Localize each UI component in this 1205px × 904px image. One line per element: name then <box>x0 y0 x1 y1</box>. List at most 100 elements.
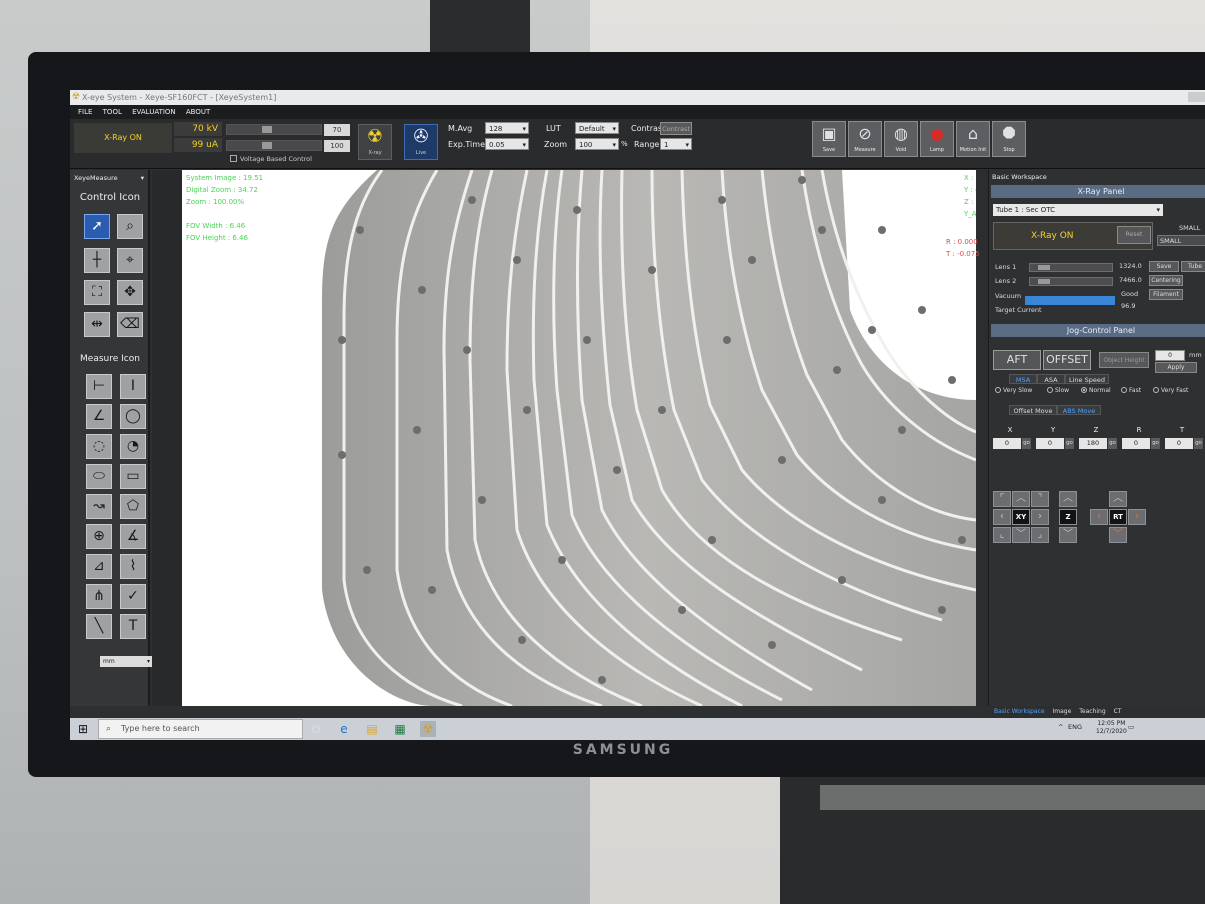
tab-asa[interactable]: ASA <box>1037 374 1065 384</box>
speed-fast[interactable]: Fast <box>1121 387 1141 394</box>
ua-value-input[interactable]: 100 <box>324 140 350 152</box>
notification-icon[interactable]: ▭ <box>1128 723 1134 731</box>
aft-button[interactable]: AFT <box>993 350 1041 370</box>
axis-t-go-button[interactable]: go <box>1194 438 1203 449</box>
taskbar-clock[interactable]: 12:05 PM 12/7/2020 <box>1096 720 1127 736</box>
measure-angle-line-tool[interactable]: ∠ <box>86 404 112 429</box>
taskbar-search[interactable]: ⌕ Type here to search <box>98 719 303 739</box>
save-button[interactable]: ▣ Save <box>812 121 846 157</box>
edge-icon[interactable]: e <box>336 721 352 737</box>
centering-button[interactable]: Centering <box>1149 275 1183 286</box>
task-view-icon[interactable]: ⧉ <box>308 721 324 737</box>
crosshair-tool[interactable]: ┼ <box>84 248 110 273</box>
tab-ct[interactable]: CT <box>1114 706 1122 718</box>
window-controls[interactable] <box>1188 92 1205 102</box>
fit-tool[interactable]: ⛶ <box>84 280 110 305</box>
apply-button[interactable]: Apply <box>1155 362 1197 373</box>
pointer-tool[interactable]: ➚ <box>84 214 110 239</box>
jog-rt-center[interactable]: RT <box>1109 509 1127 525</box>
lamp-button[interactable]: ● Lamp <box>920 121 954 157</box>
menu-tool[interactable]: TOOL <box>103 105 122 119</box>
measure-freehand-tool[interactable]: ↝ <box>86 494 112 519</box>
tab-image[interactable]: Image <box>1053 706 1072 718</box>
measure-polygon-tool[interactable]: ⬠ <box>120 494 146 519</box>
jog-z-center[interactable]: Z <box>1059 509 1077 525</box>
axis-x-input[interactable]: 0 <box>993 438 1021 449</box>
jog-r-right[interactable]: › <box>1128 509 1146 525</box>
text-tool[interactable]: T <box>120 614 146 639</box>
live-button[interactable]: ✇ Live <box>404 124 438 160</box>
object-height-input[interactable]: 0 <box>1155 350 1185 361</box>
jog-t-up[interactable]: ︿ <box>1109 491 1127 507</box>
axis-r-go-button[interactable]: go <box>1151 438 1160 449</box>
xeye-app-icon[interactable]: ☢ <box>420 721 436 737</box>
axis-y-input[interactable]: 0 <box>1036 438 1064 449</box>
range-select[interactable]: 1 <box>660 138 692 151</box>
jog-down-left[interactable]: ⌞ <box>993 527 1011 543</box>
tab-offset-move[interactable]: Offset Move <box>1009 405 1057 415</box>
menu-about[interactable]: ABOUT <box>186 105 210 119</box>
locate-tool[interactable]: ⌖ <box>117 248 143 273</box>
tube-button[interactable]: Tube <box>1181 261 1205 272</box>
tray-chevron-icon[interactable]: ^ <box>1058 723 1063 731</box>
measure-crosshair-circle-tool[interactable]: ⊕ <box>86 524 112 549</box>
focus-size-select[interactable]: SMALL <box>1157 235 1205 246</box>
stretch-tool[interactable]: ⇹ <box>84 312 110 337</box>
lens1-slider[interactable] <box>1029 263 1113 272</box>
jog-up-right[interactable]: ⌝ <box>1031 491 1049 507</box>
motion-init-button[interactable]: ⌂ Motion Init <box>956 121 990 157</box>
jog-r-left[interactable]: ‹ <box>1090 509 1108 525</box>
offset-button[interactable]: OFFSET <box>1043 350 1091 370</box>
eraser-tool[interactable]: ⌫ <box>117 312 143 337</box>
windows-start-icon[interactable]: ⊞ <box>78 722 92 736</box>
language-indicator[interactable]: ENG <box>1068 723 1082 731</box>
jog-right[interactable]: › <box>1031 509 1049 525</box>
xray-button[interactable]: ☢ X-ray <box>358 124 392 160</box>
lens2-slider-thumb[interactable] <box>1038 279 1050 284</box>
file-explorer-icon[interactable]: ▤ <box>364 721 380 737</box>
measure-angle-tool[interactable]: ∡ <box>120 524 146 549</box>
kv-slider[interactable] <box>226 124 322 135</box>
jog-z-down[interactable]: ﹀ <box>1059 527 1077 543</box>
lens1-slider-thumb[interactable] <box>1038 265 1050 270</box>
tab-line-speed[interactable]: Line Speed <box>1065 374 1109 384</box>
axis-x-go-button[interactable]: go <box>1022 438 1031 449</box>
axis-r-input[interactable]: 0 <box>1122 438 1150 449</box>
speed-normal[interactable]: Normal <box>1081 387 1111 394</box>
measure-arc-tool[interactable]: ◔ <box>120 434 146 459</box>
axis-t-input[interactable]: 0 <box>1165 438 1193 449</box>
measure-center-circle-tool[interactable]: ◌ <box>86 434 112 459</box>
lens2-slider[interactable] <box>1029 277 1113 286</box>
contrast-button[interactable]: Contrast <box>660 122 692 135</box>
menu-file[interactable]: FILE <box>78 105 92 119</box>
filament-button[interactable]: Filament <box>1149 289 1183 300</box>
jog-down[interactable]: ﹀ <box>1012 527 1030 543</box>
measure-mode-dropdown[interactable]: XeyeMeasure ▾ <box>74 173 146 184</box>
zoom-tool[interactable]: ⌕ <box>117 214 143 239</box>
menu-evaluation[interactable]: EVALUATION <box>132 105 176 119</box>
jog-left[interactable]: ‹ <box>993 509 1011 525</box>
jog-t-down[interactable]: ﹀ <box>1109 527 1127 543</box>
measure-multi-angle-tool[interactable]: ⋔ <box>86 584 112 609</box>
stop-button[interactable]: ⯃ Stop <box>992 121 1026 157</box>
axis-z-go-button[interactable]: go <box>1108 438 1117 449</box>
kv-slider-thumb[interactable] <box>262 126 273 133</box>
axis-z-input[interactable]: 180 <box>1079 438 1107 449</box>
measure-triangle-angle-tool[interactable]: ⊿ <box>86 554 112 579</box>
measure-button[interactable]: ⊘ Measure <box>848 121 882 157</box>
xray-viewport[interactable]: System Image : 19.51 Digital Zoom : 34.7… <box>182 170 976 706</box>
tab-abs-move[interactable]: ABS Move <box>1057 405 1101 415</box>
measure-circle-tool[interactable]: ◯ <box>120 404 146 429</box>
jog-down-right[interactable]: ⌟ <box>1031 527 1049 543</box>
jog-up[interactable]: ︿ <box>1012 491 1030 507</box>
void-button[interactable]: ◍ Void <box>884 121 918 157</box>
exptime-select[interactable]: 0.05 <box>485 138 529 151</box>
reset-button[interactable]: Reset <box>1117 226 1151 244</box>
ua-slider-thumb[interactable] <box>262 142 273 149</box>
tab-teaching[interactable]: Teaching <box>1079 706 1105 718</box>
jog-up-left[interactable]: ⌜ <box>993 491 1011 507</box>
measure-horizontal-tool[interactable]: ⊢ <box>86 374 112 399</box>
mavg-select[interactable]: 128 <box>485 122 529 135</box>
measure-path-tool[interactable]: ⌇ <box>120 554 146 579</box>
speed-very-fast[interactable]: Very Fast <box>1153 387 1188 394</box>
